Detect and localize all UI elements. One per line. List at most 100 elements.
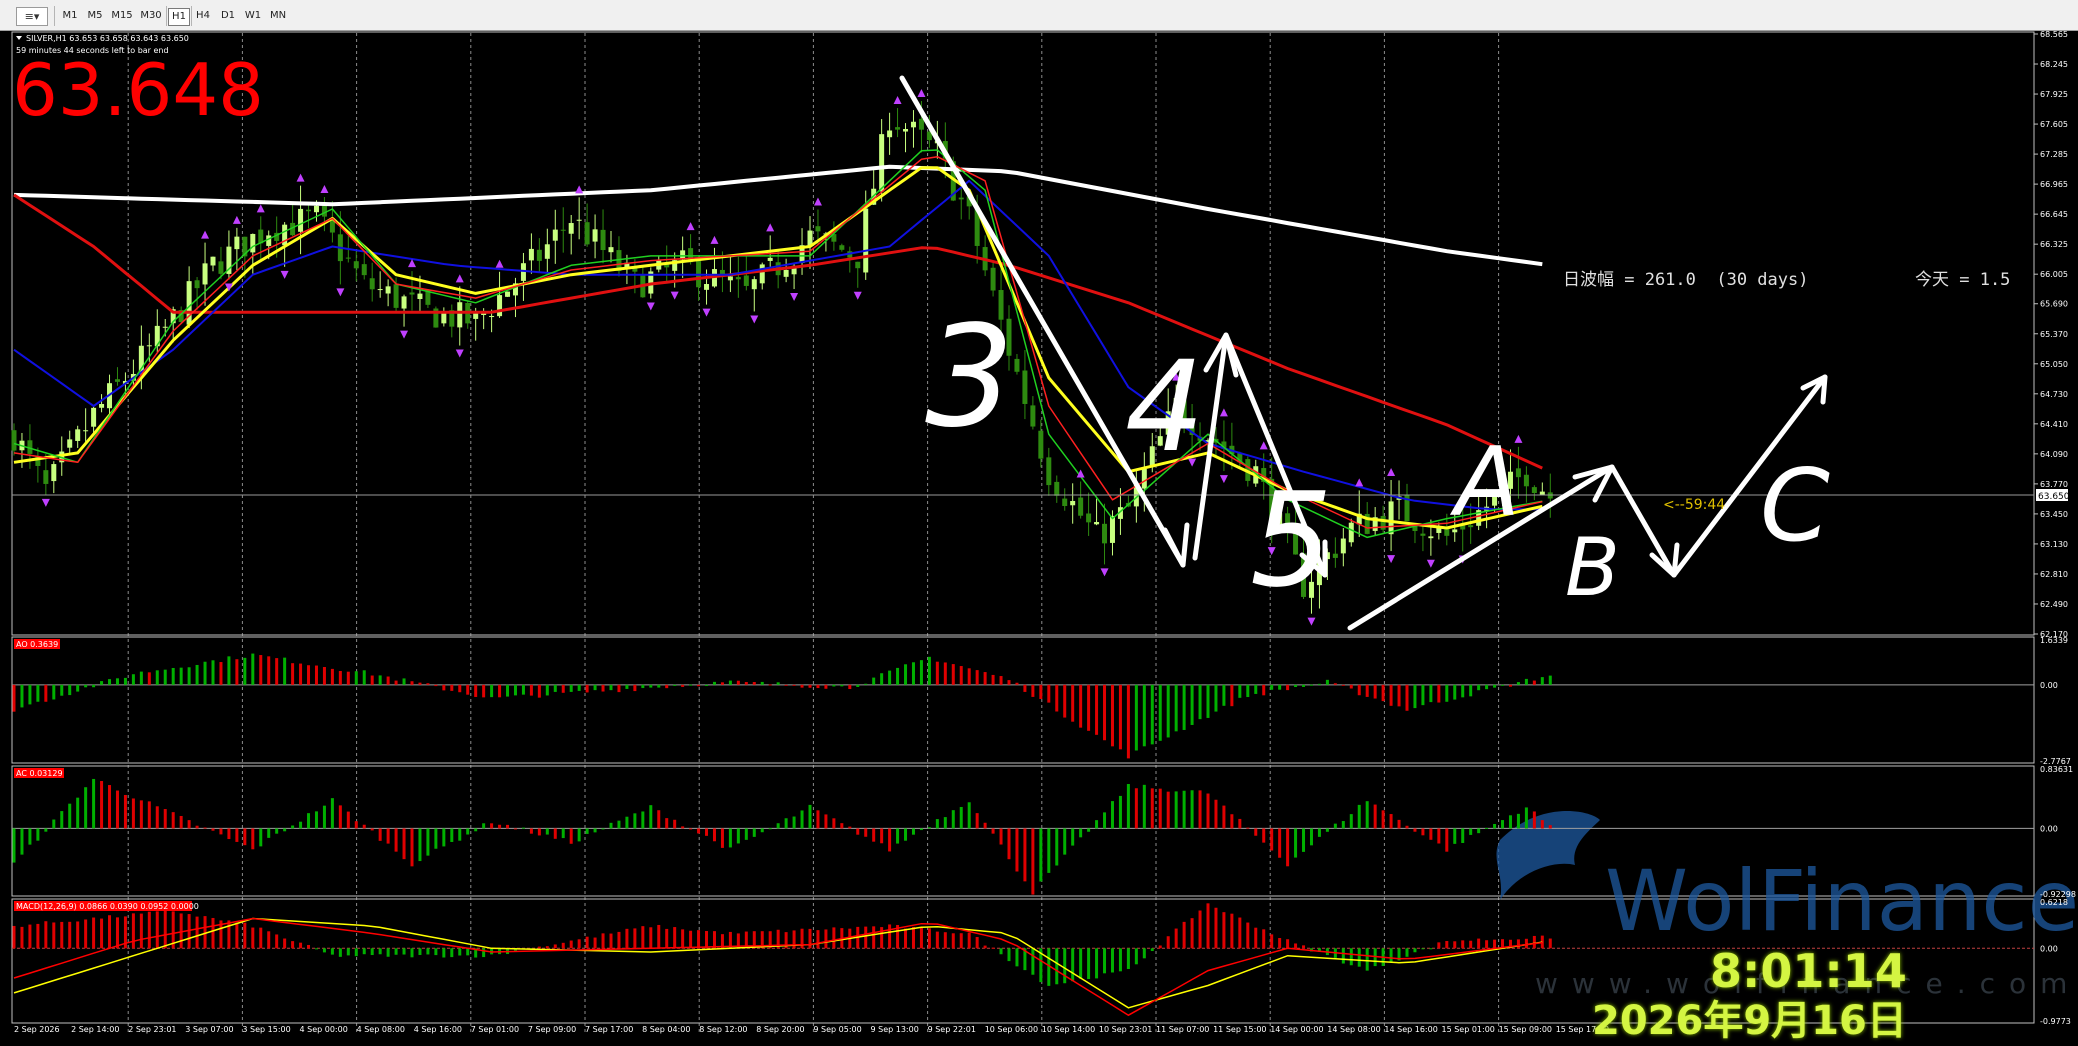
timeframe-h1[interactable]: H1 [168, 8, 190, 26]
candle-body [544, 244, 550, 259]
ac-bar [768, 828, 772, 830]
wave-label-b: B [1565, 521, 1620, 614]
candle-body [1014, 358, 1020, 372]
ac-bar [983, 822, 987, 829]
ac-bar [919, 828, 923, 831]
candle-body [401, 296, 407, 309]
candle-body [1070, 500, 1076, 506]
fractal-up-icon [766, 223, 775, 232]
ac-bar [1190, 790, 1194, 829]
macd-bar [1270, 934, 1274, 949]
candle-body [409, 292, 415, 295]
ao-bar [617, 684, 621, 693]
ao-bar [1413, 684, 1417, 709]
ao-bar [927, 656, 931, 685]
ao-bar [307, 665, 311, 685]
ac-bar [904, 828, 908, 841]
macd-bar [1493, 939, 1497, 949]
macd-bar [983, 945, 987, 949]
ao-bar [426, 683, 430, 685]
candle-body [767, 257, 773, 261]
macd-bar [975, 937, 979, 949]
macd-bar [1421, 948, 1425, 950]
ac-bar [1206, 793, 1210, 829]
fractal-up-icon [710, 235, 719, 244]
ac-bar [657, 810, 661, 829]
ac-bar [1421, 828, 1425, 836]
ac-bar [633, 813, 637, 829]
ac-bar [1118, 795, 1122, 829]
candle-body [1539, 491, 1545, 495]
timeframe-mn[interactable]: MN [268, 8, 288, 24]
ac-bar [498, 824, 502, 829]
ac-bar [386, 828, 390, 844]
wave-annotations [899, 75, 1828, 631]
ac-bar [163, 809, 167, 829]
ao-bar [44, 684, 48, 702]
ac-bar [1485, 827, 1489, 829]
price-tick-label: 64.410 [2040, 420, 2068, 429]
ac-bar [1405, 825, 1409, 829]
macd-bar [330, 948, 334, 955]
ao-bar [474, 684, 478, 697]
wolf-logo-icon [1496, 811, 1600, 900]
ac-bar [1540, 820, 1544, 829]
macd-bar [569, 940, 573, 949]
time-tick-label: 4 Sep 08:00 [357, 1025, 405, 1034]
ac-bar [1031, 828, 1035, 895]
ac-bar [864, 828, 868, 837]
macd-bar [418, 948, 422, 955]
timeframe-m5[interactable]: M5 [85, 8, 105, 24]
timeframe-w1[interactable]: W1 [243, 8, 263, 24]
fractal-down-icon [1387, 555, 1396, 564]
ac-bar [482, 823, 486, 829]
ac-bar [243, 828, 247, 846]
macd-bar [641, 926, 645, 949]
ac-bar [123, 794, 127, 829]
timeframe-m1[interactable]: M1 [60, 8, 80, 24]
time-tick-label: 9 Sep 22:01 [928, 1025, 976, 1034]
toolbar-separator [54, 6, 55, 26]
macd-bar [28, 924, 32, 949]
macd-bar [1087, 948, 1091, 980]
timeframe-m30[interactable]: M30 [139, 8, 163, 24]
ao-bar [20, 684, 24, 708]
ac-bar [1079, 828, 1083, 838]
macd-bar [44, 921, 48, 949]
ac-bar [450, 828, 454, 842]
candle-body [863, 208, 869, 273]
time-tick-label: 4 Sep 00:00 [300, 1025, 348, 1034]
macd-title: MACD(12,26,9) 0.0866 0.0390 0.0952 0.000… [16, 902, 199, 911]
symbol-info: SILVER,H1 63.653 63.658 63.643 63.650 [26, 34, 189, 43]
ao-bar [1118, 684, 1122, 750]
macd-bar [1198, 910, 1202, 949]
macd-bar [904, 928, 908, 949]
fractal-up-icon [813, 197, 822, 206]
countdown-label: <--59:44 [1663, 497, 1725, 513]
macd-bar [553, 944, 557, 949]
fractal-down-icon [41, 498, 50, 507]
macd-bar [1142, 948, 1146, 959]
macd-bar [872, 926, 876, 949]
ao-bar [1405, 684, 1409, 711]
macd-bar [673, 927, 677, 949]
price-chart[interactable]: WolFinance www.wolfinance.com 68.565 68.2… [0, 30, 2078, 1039]
ao-bar [1365, 684, 1369, 697]
ac-bar [1182, 790, 1186, 829]
ao-bar [1214, 684, 1218, 712]
timeframe-h4[interactable]: H4 [193, 8, 213, 24]
chart-tools-dropdown[interactable]: ≡▾ [16, 7, 48, 26]
timeframe-d1[interactable]: D1 [218, 8, 238, 24]
ao-bar [537, 684, 541, 698]
timeframe-m15[interactable]: M15 [110, 8, 134, 24]
time-tick-label: 8 Sep 12:00 [699, 1025, 747, 1034]
collapse-icon[interactable] [16, 36, 22, 40]
price-tick-label: 66.325 [2040, 240, 2068, 249]
ao-bar [418, 682, 422, 685]
macd-bar [402, 948, 406, 955]
ac-bar [1516, 813, 1520, 829]
ao-bar [131, 674, 135, 685]
ao-bar [1246, 684, 1250, 698]
ac-bar [1453, 828, 1457, 844]
ac-bar [776, 823, 780, 829]
